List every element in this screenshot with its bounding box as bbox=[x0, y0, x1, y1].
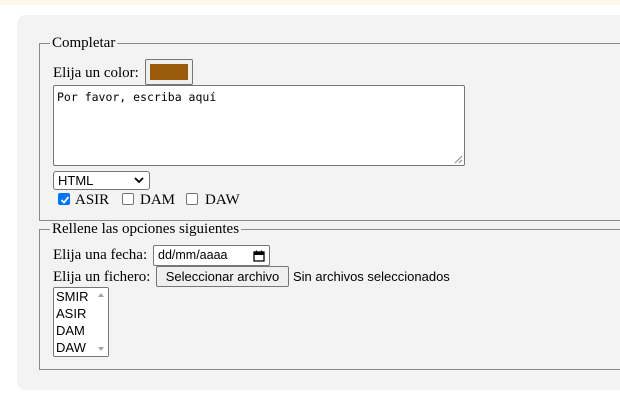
checkbox-dam[interactable] bbox=[122, 193, 134, 205]
checkbox-daw[interactable] bbox=[186, 193, 198, 205]
date-input[interactable]: dd/mm/aaaa bbox=[153, 245, 270, 266]
calendar-icon[interactable] bbox=[253, 250, 265, 262]
list-option-dam[interactable]: DAM bbox=[56, 322, 85, 339]
date-label: Elija una fecha: bbox=[53, 247, 148, 263]
choose-file-button[interactable]: Seleccionar archivo bbox=[156, 266, 289, 287]
date-placeholder: dd/mm/aaaa bbox=[158, 248, 228, 262]
course-listbox[interactable]: SMIR ASIR DAM DAW bbox=[53, 287, 109, 357]
scroll-down-icon[interactable] bbox=[98, 347, 104, 351]
listbox-scrollbar[interactable] bbox=[94, 288, 108, 356]
file-status: Sin archivos seleccionados bbox=[293, 269, 450, 284]
checkbox-label-daw: DAW bbox=[205, 192, 240, 208]
fieldset-completar: Completar Elija un color: Por favor, esc… bbox=[39, 35, 620, 221]
legend-opciones: Rellene las opciones siguientes bbox=[50, 221, 242, 238]
checkbox-asir[interactable] bbox=[58, 193, 70, 205]
textarea-text: Por favor, escriba aquí bbox=[57, 90, 217, 104]
checkbox-label-dam: DAM bbox=[140, 192, 176, 208]
color-picker[interactable] bbox=[145, 59, 193, 85]
checkbox-label-asir: ASIR bbox=[75, 192, 110, 208]
file-label: Elija un fichero: bbox=[53, 269, 151, 285]
top-border bbox=[0, 0, 620, 5]
color-swatch bbox=[150, 64, 188, 80]
color-label: Elija un color: bbox=[53, 65, 139, 81]
select-value: HTML bbox=[58, 173, 94, 188]
list-option-asir[interactable]: ASIR bbox=[56, 305, 86, 322]
resize-grip-icon[interactable] bbox=[453, 154, 463, 164]
list-option-daw[interactable]: DAW bbox=[56, 339, 86, 356]
list-option-smir[interactable]: SMIR bbox=[56, 288, 89, 305]
legend-completar: Completar bbox=[50, 35, 118, 52]
check-icon bbox=[60, 196, 70, 204]
scroll-up-icon[interactable] bbox=[98, 293, 104, 297]
chevron-down-icon bbox=[134, 177, 144, 184]
fieldset-opciones: Rellene las opciones siguientes Elija un… bbox=[39, 221, 620, 370]
language-select[interactable]: HTML bbox=[53, 171, 150, 190]
comment-textarea[interactable]: Por favor, escriba aquí bbox=[53, 85, 465, 166]
